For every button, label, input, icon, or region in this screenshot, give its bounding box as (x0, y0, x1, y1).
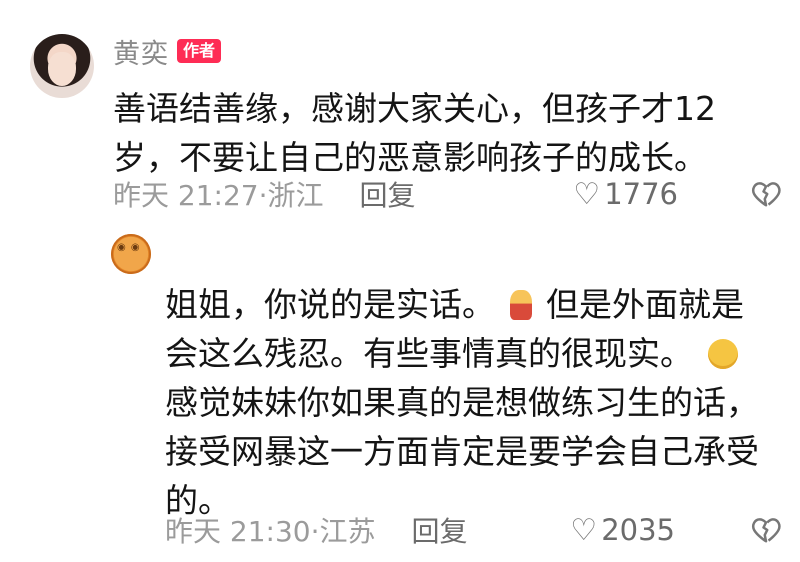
comment-meta: 昨天 21:27·浙江 回复 ♡ 1776 (113, 174, 783, 214)
broken-heart-icon[interactable] (751, 179, 781, 209)
author-avatar[interactable] (30, 34, 94, 98)
reply-timestamp-location: 昨天 21:30·江苏 (165, 515, 376, 548)
reply-button[interactable]: 回复 (360, 174, 416, 214)
replier-avatar[interactable] (111, 234, 151, 274)
reply-text-part-3: 感觉妹妹你如果真的是想做练习生的话，接受网暴这一方面肯定是要学会自己承受的。 (165, 383, 759, 520)
comment-timestamp-location: 昨天 21:27·浙江 (113, 179, 324, 212)
author-name[interactable]: 黄奕 (113, 32, 169, 71)
heart-outline-icon: ♡ (570, 512, 598, 548)
like-count: 1776 (604, 177, 678, 211)
reply-meta: 昨天 21:30·江苏 回复 ♡ 2035 (165, 510, 783, 550)
person-emoji-icon (509, 290, 532, 320)
like-count: 2035 (601, 513, 675, 547)
like-button[interactable]: ♡ 1776 (573, 177, 678, 212)
comment-text: 善语结善缘，感谢大家关心，但孩子才12岁，不要让自己的恶意影响孩子的成长。 (113, 89, 716, 177)
broken-heart-icon[interactable] (751, 515, 781, 545)
heart-outline-icon: ♡ (573, 176, 601, 212)
author-row: 黄奕 作者 (113, 32, 222, 71)
reply-button[interactable]: 回复 (412, 510, 468, 550)
reply-text: 姐姐，你说的是实话。 但是外面就是会这么残忍。有些事情真的很现实。 感觉妹妹你如… (165, 280, 775, 525)
reply-text-part-1: 姐姐，你说的是实话。 (165, 285, 495, 324)
author-badge: 作者 (177, 39, 222, 63)
like-button[interactable]: ♡ 2035 (570, 513, 675, 548)
pleading-face-emoji-icon (707, 339, 738, 369)
